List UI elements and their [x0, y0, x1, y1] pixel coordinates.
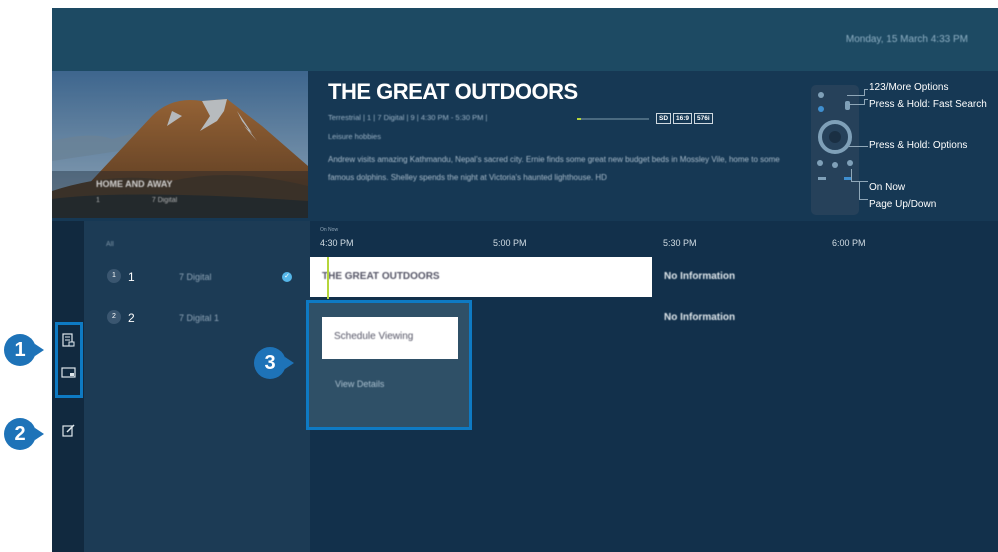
edit-channels-icon[interactable] — [62, 424, 75, 437]
channel-badge: 2 — [107, 310, 121, 324]
hint-options: Press & Hold: Options — [869, 140, 968, 151]
program-guide: All 1 1 7 Digital ✓ 2 2 7 Digital 1 On N… — [52, 221, 998, 552]
popup-panel: Schedule Viewing View Details — [309, 303, 469, 427]
favorite-check-icon: ✓ — [282, 272, 292, 282]
callout-3-pointer — [285, 357, 294, 369]
program-cell-selected[interactable]: THE GREAT OUTDOORS — [310, 257, 652, 297]
schedule-viewing-label: Schedule Viewing — [334, 331, 414, 342]
program-cell-title: THE GREAT OUTDOORS — [322, 271, 440, 282]
program-options-popup: Schedule Viewing View Details — [306, 300, 472, 430]
badge-sd: SD — [656, 113, 672, 124]
callout-2-pointer — [35, 428, 44, 440]
time-label: 5:00 PM — [493, 238, 527, 248]
program-genre: Leisure hobbies — [328, 132, 381, 141]
tv-screen: Monday, 15 March 4:33 PM HOME AND AWAY 1… — [52, 8, 998, 552]
hint-more-options: 123/More Options — [869, 82, 949, 93]
program-cell-next[interactable]: No Information — [664, 312, 735, 323]
top-bar: Monday, 15 March 4:33 PM — [52, 8, 998, 71]
hint-page-up-down: Page Up/Down — [869, 199, 937, 210]
badge-aspect: 16:9 — [673, 113, 693, 124]
program-meta: Terrestrial | 1 | 7 Digital | 9 | 4:30 P… — [328, 113, 488, 122]
channel-number[interactable]: 2 — [128, 311, 135, 325]
channel-name[interactable]: 7 Digital 1 — [179, 313, 219, 323]
channel-name[interactable]: 7 Digital — [179, 272, 212, 282]
schedule-viewing-button[interactable]: Schedule Viewing — [322, 317, 458, 359]
callout-1: 1 — [4, 334, 36, 366]
hint-on-now: On Now — [869, 182, 906, 193]
callout-3: 3 — [254, 347, 286, 379]
channel-badge: 1 — [107, 269, 121, 283]
thumbnail-subtitle: 1 7 Digital — [96, 197, 177, 204]
callout-1-pointer — [35, 344, 44, 356]
callout-2: 2 — [4, 418, 36, 450]
icon-group-highlight — [55, 322, 83, 398]
hint-fast-search: Press & Hold: Fast Search — [869, 99, 987, 110]
now-indicator — [327, 257, 329, 299]
badge-resolution: 576i — [694, 113, 713, 124]
time-row: On Now 4:30 PM 5:00 PM 5:30 PM 6:00 PM — [310, 221, 998, 257]
date-time: Monday, 15 March 4:33 PM — [845, 34, 968, 45]
program-progress-fill — [577, 118, 581, 120]
format-badges: SD 16:9 576i — [656, 113, 713, 124]
thumbnail-sub-right: 7 Digital — [151, 197, 178, 204]
thumbnail-title: HOME AND AWAY — [96, 179, 173, 189]
time-label: 5:30 PM — [663, 238, 697, 248]
thumbnail-sub-left: 1 — [96, 197, 100, 204]
channel-column: All 1 1 7 Digital ✓ 2 2 7 Digital 1 — [84, 221, 310, 552]
program-description: Andrew visits amazing Kathmandu, Nepal's… — [328, 155, 780, 182]
now-label: On Now — [320, 227, 339, 233]
program-info-banner: HOME AND AWAY 1 7 Digital THE GREAT OUTD… — [52, 71, 998, 221]
program-title: THE GREAT OUTDOORS — [328, 79, 578, 104]
channel-number[interactable]: 1 — [128, 270, 135, 284]
channel-header: All — [106, 241, 114, 248]
time-label: 4:30 PM — [320, 238, 354, 248]
view-details-button[interactable]: View Details — [335, 379, 384, 389]
time-label: 6:00 PM — [832, 238, 866, 248]
program-thumbnail: HOME AND AWAY 1 7 Digital — [52, 71, 308, 218]
program-progress-bar — [577, 118, 649, 120]
program-cell-next[interactable]: No Information — [664, 271, 735, 282]
